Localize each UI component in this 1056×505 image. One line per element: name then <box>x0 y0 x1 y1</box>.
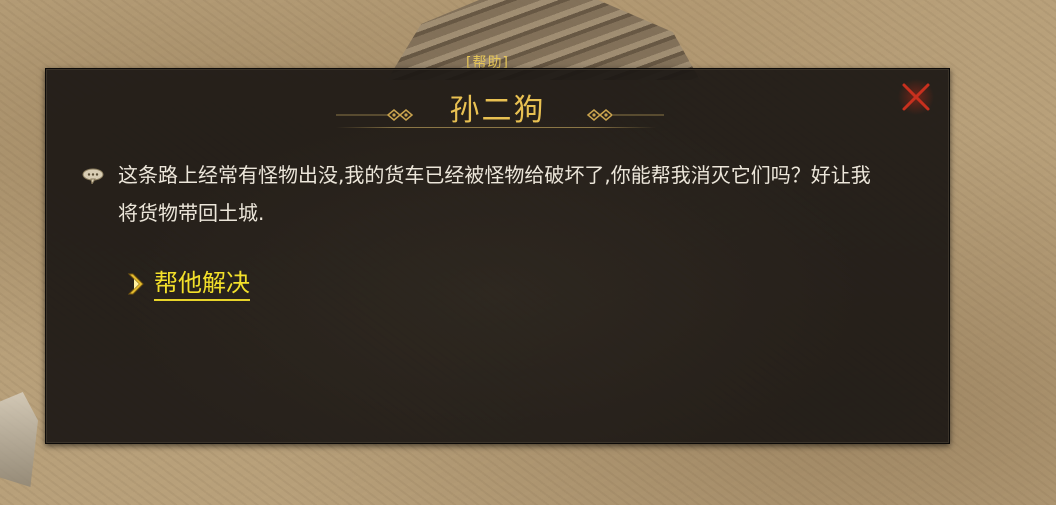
speech-bubble-icon <box>82 168 104 184</box>
option-arrow-icon <box>127 273 144 295</box>
npc-dialog-message: 这条路上经常有怪物出没,我的货车已经被怪物给破坏了,你能帮我消灭它们吗？好让我将… <box>118 163 871 225</box>
close-x-icon[interactable] <box>898 79 934 115</box>
title-divider <box>336 127 656 128</box>
npc-dialog: 孙二狗 这条路上经常有怪物出没,我的货车已经被怪物给破坏了,你能帮我消灭它们吗？… <box>45 68 950 444</box>
option-help-him-resolve[interactable]: 帮他解决 <box>126 267 250 301</box>
background-rock <box>0 392 38 487</box>
option-label: 帮他解决 <box>154 268 250 301</box>
title-ornament-right <box>586 109 664 121</box>
